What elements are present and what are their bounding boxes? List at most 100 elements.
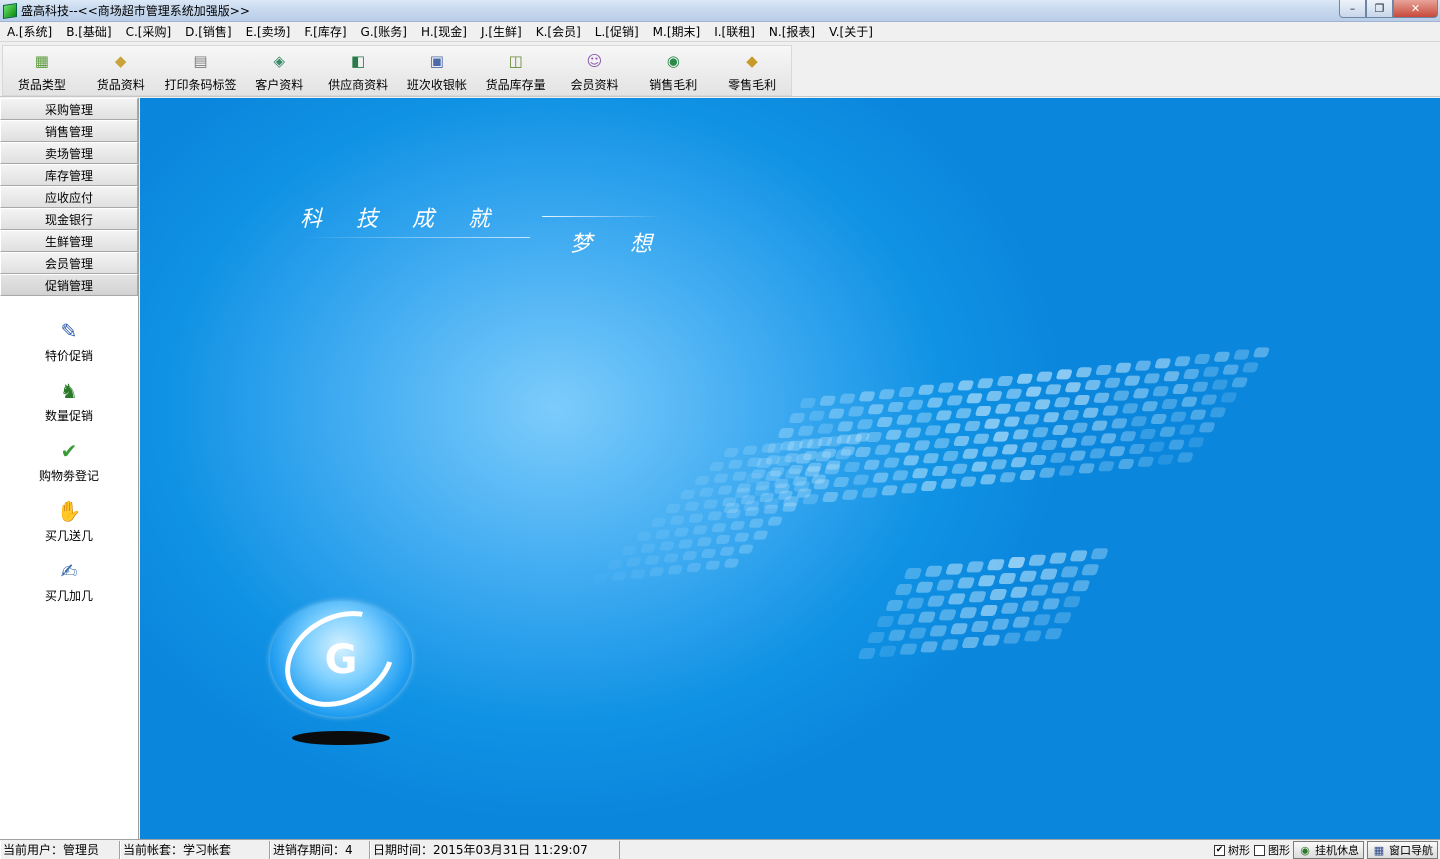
menu-item[interactable]: K.[会员] bbox=[529, 22, 588, 42]
sidebar-item[interactable]: ✋ 买几送几 bbox=[0, 496, 138, 556]
map-tile bbox=[1124, 375, 1140, 386]
map-tile bbox=[1222, 364, 1239, 375]
map-tile bbox=[1154, 358, 1171, 369]
sidebar-group-header[interactable]: 生鲜管理 bbox=[0, 230, 138, 252]
goods-info-icon: ◆ bbox=[114, 52, 127, 70]
menu-item[interactable]: A.[系统] bbox=[0, 22, 59, 42]
map-tile bbox=[668, 565, 683, 575]
map-tile bbox=[659, 541, 675, 551]
map-tile bbox=[798, 425, 814, 436]
map-tile bbox=[1070, 450, 1086, 461]
sidebar-group-header[interactable]: 卖场管理 bbox=[0, 142, 138, 164]
map-tile bbox=[1242, 362, 1259, 373]
map-tile bbox=[971, 461, 988, 472]
map-tile bbox=[957, 380, 974, 391]
map-tile bbox=[959, 607, 977, 619]
toolbar-button[interactable]: ◈ 客户资料 bbox=[240, 46, 318, 95]
tree-view-checkbox[interactable]: ✔ bbox=[1214, 844, 1225, 856]
map-tile bbox=[1054, 612, 1072, 624]
sidebar-group-header[interactable]: 促销管理 bbox=[0, 274, 138, 296]
sidebar-item[interactable]: ✍ 买几加几 bbox=[0, 556, 138, 616]
toolbar-button[interactable]: ◉ 销售毛利 bbox=[633, 46, 713, 95]
map-tile bbox=[989, 589, 1007, 600]
map-tile bbox=[925, 565, 943, 577]
status-bar: 当前用户：管理员 当前帐套：学习帐套 进销存期间：4 日期时间：2015年03月… bbox=[0, 839, 1440, 859]
toolbar-button[interactable]: ▦ 货品类型 bbox=[3, 46, 81, 95]
map-tile bbox=[1109, 446, 1126, 457]
map-tile bbox=[705, 560, 720, 570]
menu-item[interactable]: L.[促销] bbox=[588, 22, 646, 42]
menu-item[interactable]: G.[账务] bbox=[354, 22, 414, 42]
toolbar-buttons: ▦ 货品类型 ◆ 货品资料 ▤ 打印条码标签 ◈ 客户资料 ◧ 供应商资料 ▣ 班次收银帐 ◫ 货品库存量… bbox=[2, 45, 792, 96]
map-tile bbox=[848, 406, 864, 417]
window-nav-button[interactable]: ▦ 窗口导航 bbox=[1367, 841, 1438, 859]
menu-item[interactable]: V.[关于] bbox=[822, 22, 880, 42]
menu-item[interactable]: I.[联租] bbox=[707, 22, 762, 42]
map-tile bbox=[1070, 550, 1088, 562]
slogan-underline bbox=[300, 237, 530, 238]
menu-item[interactable]: E.[卖场] bbox=[239, 22, 298, 42]
map-tile bbox=[837, 421, 854, 432]
map-tile bbox=[819, 395, 836, 406]
map-tile bbox=[934, 438, 950, 449]
lock-rest-button[interactable]: ◉ 挂机休息 bbox=[1293, 841, 1364, 859]
menu-item[interactable]: B.[基础] bbox=[59, 22, 118, 42]
map-tile bbox=[1021, 442, 1038, 453]
toolbar-button[interactable]: ◫ 货品库存量 bbox=[476, 46, 556, 95]
menu-item[interactable]: C.[采购] bbox=[119, 22, 179, 42]
map-tile bbox=[1051, 582, 1069, 594]
map-tile bbox=[665, 504, 681, 513]
map-tile bbox=[1199, 422, 1215, 433]
map-tile bbox=[1188, 437, 1204, 448]
map-tile bbox=[978, 575, 996, 587]
toolbar-button[interactable]: ◆ 零售毛利 bbox=[713, 46, 791, 95]
map-tile bbox=[899, 643, 917, 655]
menu-item[interactable]: F.[库存] bbox=[297, 22, 353, 42]
menu-item[interactable]: M.[期末] bbox=[646, 22, 708, 42]
toolbar-button[interactable]: ☺ 会员资料 bbox=[556, 46, 634, 95]
map-tile bbox=[984, 418, 1000, 429]
menu-item[interactable]: N.[报表] bbox=[762, 22, 822, 42]
close-button[interactable]: ✕ bbox=[1393, 0, 1438, 18]
map-tile bbox=[916, 412, 932, 423]
map-tile bbox=[942, 451, 959, 461]
toolbar-button[interactable]: ▤ 打印条码标签 bbox=[161, 46, 241, 95]
map-tile bbox=[674, 527, 689, 537]
sidebar-group-header[interactable]: 库存管理 bbox=[0, 164, 138, 186]
menu-item[interactable]: J.[生鲜] bbox=[474, 22, 529, 42]
toolbar-button[interactable]: ◧ 供应商资料 bbox=[318, 46, 398, 95]
graph-view-checkbox[interactable] bbox=[1254, 844, 1265, 856]
map-tile bbox=[678, 539, 693, 549]
map-tile bbox=[1041, 440, 1058, 450]
map-tile bbox=[1065, 382, 1081, 393]
sidebar-item[interactable]: ♞ 数量促销 bbox=[0, 376, 138, 436]
menu-item[interactable]: H.[现金] bbox=[414, 22, 474, 42]
menu-item[interactable]: D.[销售] bbox=[178, 22, 238, 42]
sidebar-group-header[interactable]: 应收应付 bbox=[0, 186, 138, 208]
status-account: 当前帐套：学习帐套 bbox=[120, 840, 270, 859]
sidebar-group-header[interactable]: 会员管理 bbox=[0, 252, 138, 274]
map-tile bbox=[867, 632, 885, 643]
map-tile bbox=[946, 395, 963, 406]
map-tile bbox=[960, 476, 977, 487]
map-tile bbox=[886, 600, 904, 611]
toolbar-button[interactable]: ◆ 货品资料 bbox=[81, 46, 161, 95]
sidebar-group-header[interactable]: 现金银行 bbox=[0, 208, 138, 230]
sidebar-group-header[interactable]: 采购管理 bbox=[0, 98, 138, 120]
sidebar-item-list: ✎ 特价促销 ♞ 数量促销 ✔ 购物劵登记 ✋ 买几送几 ✍ 买几加几 bbox=[0, 296, 138, 616]
sidebar-item[interactable]: ✎ 特价促销 bbox=[0, 316, 138, 376]
map-tile bbox=[1131, 416, 1147, 427]
toolbar-button[interactable]: ▣ 班次收银帐 bbox=[398, 46, 476, 95]
maximize-button[interactable]: ❐ bbox=[1366, 0, 1393, 18]
map-tile bbox=[1074, 395, 1090, 405]
map-tile bbox=[998, 573, 1016, 584]
map-tile bbox=[1031, 584, 1049, 596]
map-tile bbox=[1091, 420, 1108, 431]
minimize-button[interactable]: – bbox=[1339, 0, 1366, 18]
map-tile bbox=[1142, 401, 1158, 412]
map-tile bbox=[975, 406, 992, 416]
map-tile bbox=[684, 501, 699, 511]
sidebar-group-header[interactable]: 销售管理 bbox=[0, 120, 138, 142]
sidebar-item[interactable]: ✔ 购物劵登记 bbox=[0, 436, 138, 496]
title-bar: 盛高科技--<<商场超市管理系统加强版>> – ❐ ✕ bbox=[0, 0, 1440, 22]
